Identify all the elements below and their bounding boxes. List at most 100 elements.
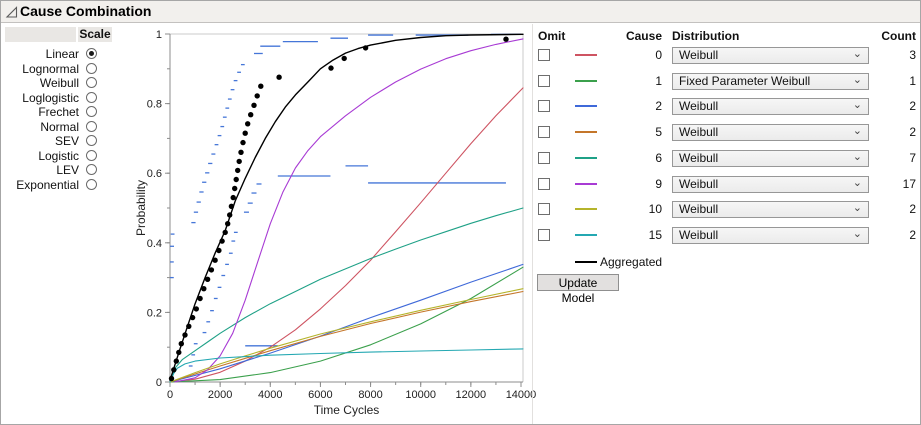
cause-number: 15	[648, 227, 662, 242]
cause-color-swatch	[575, 182, 597, 185]
cause-color-swatch	[575, 105, 597, 108]
scale-option-label: Loglogistic	[22, 90, 79, 105]
distribution-column-header: Distribution	[672, 29, 740, 43]
svg-text:0: 0	[167, 389, 173, 401]
distribution-selected-value: Weibull	[679, 227, 719, 242]
scale-option-linear[interactable]: Linear	[5, 47, 113, 61]
cause-number: 6	[655, 150, 662, 165]
cause-row-6: 6 Weibull ⌄ 7	[532, 149, 920, 175]
radio-button-lognormal[interactable]	[86, 62, 97, 74]
omit-checkbox-cause-0[interactable]	[538, 49, 550, 61]
cause-count: 2	[909, 99, 916, 114]
radio-button-sev[interactable]	[86, 135, 97, 147]
cause-9-curve	[174, 38, 524, 383]
count-column-header: Count	[881, 29, 916, 43]
panel-title: Cause Combination	[20, 3, 152, 19]
distribution-select-cause-0[interactable]: Weibull ⌄	[672, 47, 869, 64]
scale-option-label: Frechet	[38, 105, 79, 120]
confidence-interval-segments	[170, 33, 521, 367]
cause-count: 2	[909, 227, 916, 242]
radio-button-lev[interactable]	[86, 164, 97, 176]
scale-option-loglogistic[interactable]: Loglogistic	[5, 91, 113, 105]
distribution-select-cause-1[interactable]: Fixed Parameter Weibull ⌄	[672, 72, 869, 90]
svg-text:0: 0	[156, 377, 162, 389]
cause-color-swatch	[575, 233, 597, 236]
cause-row-15: 15 Weibull ⌄ 2	[532, 226, 920, 252]
scale-option-weibull[interactable]: Weibull	[5, 76, 113, 90]
update-model-button[interactable]: Update Model	[537, 274, 619, 305]
scale-column-header: Scale	[78, 27, 112, 42]
aggregated-color-swatch	[575, 261, 597, 264]
distribution-select-cause-2[interactable]: Weibull ⌄	[672, 98, 869, 116]
radio-button-linear[interactable]	[86, 48, 97, 59]
cause-count: 17	[902, 176, 916, 191]
omit-column-header: Omit	[538, 29, 566, 43]
distribution-select-cause-6[interactable]: Weibull ⌄	[672, 149, 869, 167]
radio-button-weibull[interactable]	[86, 77, 97, 89]
scale-option-label: LEV	[56, 163, 79, 178]
scale-option-lognormal[interactable]: Lognormal	[5, 62, 113, 76]
svg-text:0.6: 0.6	[147, 168, 162, 180]
aggregated-label: Aggregated	[600, 255, 663, 270]
cause-count: 2	[909, 125, 916, 140]
omit-checkbox-cause-1[interactable]	[538, 74, 550, 87]
radio-button-exponential[interactable]	[86, 178, 97, 190]
cause-2-curve	[169, 263, 524, 383]
cause-count: 7	[909, 150, 916, 165]
cause-row-1: 1 Fixed Parameter Weibull ⌄ 1	[532, 72, 920, 98]
scale-option-exponential[interactable]: Exponential	[5, 178, 113, 192]
scale-option-logistic[interactable]: Logistic	[5, 149, 113, 163]
scale-option-normal[interactable]: Normal	[5, 120, 113, 134]
scale-option-label: Linear	[45, 47, 79, 61]
svg-text:2000: 2000	[208, 389, 232, 401]
scale-option-label: Lognormal	[22, 61, 79, 76]
radio-button-normal[interactable]	[86, 120, 97, 132]
omit-checkbox-cause-5[interactable]	[538, 126, 550, 139]
cause-color-swatch	[575, 156, 597, 159]
distribution-selected-value: Weibull	[679, 202, 719, 217]
omit-checkbox-cause-6[interactable]	[538, 151, 550, 164]
cause-number: 0	[655, 48, 662, 62]
cause-row-0: 0 Weibull ⌄ 3	[532, 47, 920, 72]
omit-checkbox-cause-9[interactable]	[538, 177, 550, 190]
cause-number: 9	[655, 176, 662, 191]
scale-option-label: Logistic	[38, 148, 79, 163]
radio-button-frechet[interactable]	[86, 106, 97, 118]
radio-button-logistic[interactable]	[86, 149, 97, 161]
distribution-select-cause-15[interactable]: Weibull ⌄	[672, 226, 869, 244]
distribution-selected-value: Weibull	[679, 99, 719, 114]
scale-option-sev[interactable]: SEV	[5, 134, 113, 148]
cause-count: 1	[909, 73, 916, 88]
svg-text:6000: 6000	[308, 389, 332, 401]
svg-text:10000: 10000	[405, 389, 436, 401]
disclosure-triangle-icon[interactable]	[5, 6, 18, 19]
cause-color-swatch	[575, 208, 597, 211]
cause-count: 2	[909, 202, 916, 217]
scale-option-label: Normal	[40, 119, 79, 134]
svg-text:0.2: 0.2	[147, 307, 162, 319]
scale-option-label: SEV	[54, 134, 79, 149]
aggregated-curve	[169, 33, 524, 381]
scale-option-label: Exponential	[16, 177, 79, 192]
scale-option-frechet[interactable]: Frechet	[5, 105, 113, 119]
omit-checkbox-cause-2[interactable]	[538, 100, 550, 113]
distribution-select-cause-10[interactable]: Weibull ⌄	[672, 201, 869, 219]
radio-button-loglogistic[interactable]	[86, 91, 97, 103]
omit-checkbox-cause-15[interactable]	[538, 228, 550, 241]
scale-option-lev[interactable]: LEV	[5, 163, 113, 177]
cause-row-2: 2 Weibull ⌄ 2	[532, 98, 920, 123]
cause-row-5: 5 Weibull ⌄ 2	[532, 124, 920, 149]
svg-text:8000: 8000	[358, 389, 382, 401]
x-axis-title: Time Cycles	[314, 403, 380, 417]
svg-text:0.4: 0.4	[147, 238, 162, 250]
probability-plot: 0 2000 4000 6000 8000 10000 12000 14000 0 0.2 0.4 0…	[134, 25, 537, 423]
cause-number: 2	[655, 99, 662, 114]
aggregated-legend-row: Aggregated	[532, 254, 732, 270]
svg-text:12000: 12000	[456, 389, 487, 401]
svg-text:1: 1	[156, 29, 162, 41]
distribution-select-cause-9[interactable]: Weibull ⌄	[672, 175, 869, 193]
omit-checkbox-cause-10[interactable]	[538, 203, 550, 216]
distribution-selected-value: Weibull	[679, 48, 719, 62]
cause-color-swatch	[575, 131, 597, 134]
distribution-select-cause-5[interactable]: Weibull ⌄	[672, 124, 869, 142]
